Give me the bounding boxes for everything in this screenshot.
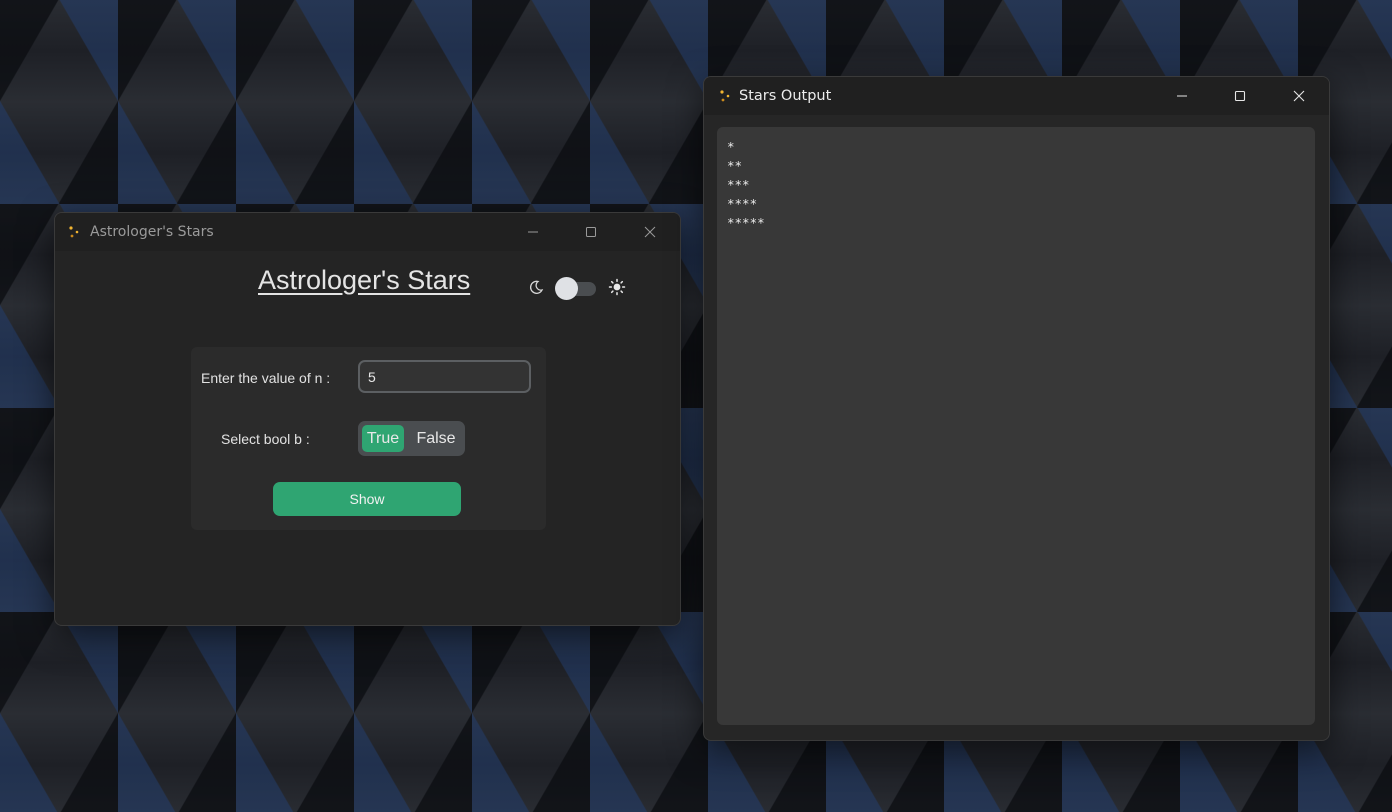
minimize-icon — [528, 231, 538, 233]
window-title: Stars Output — [739, 88, 832, 104]
sun-icon — [608, 278, 626, 296]
stars-output-window: Stars Output * ** *** **** ***** — [703, 76, 1330, 741]
moon-icon — [530, 280, 544, 294]
titlebar[interactable]: Astrologer's Stars — [55, 213, 680, 251]
output-line: ***** — [727, 215, 765, 230]
close-icon — [644, 226, 656, 238]
output-line: *** — [727, 177, 750, 192]
titlebar[interactable]: Stars Output — [704, 77, 1329, 115]
input-form-panel: Enter the value of n : Select bool b : T… — [191, 347, 546, 530]
close-button[interactable] — [1270, 77, 1328, 115]
maximize-button[interactable] — [562, 213, 620, 251]
minimize-icon — [1177, 95, 1187, 97]
output-line: **** — [727, 196, 758, 211]
switch-knob — [555, 277, 578, 300]
minimize-button[interactable] — [504, 213, 562, 251]
bool-label: Select bool b : — [221, 431, 310, 447]
maximize-button[interactable] — [1211, 77, 1269, 115]
maximize-icon — [586, 227, 596, 237]
close-button[interactable] — [621, 213, 679, 251]
output-lines: * ** *** **** ***** — [727, 137, 1305, 232]
show-button[interactable]: Show — [273, 482, 461, 516]
bool-option-false[interactable]: False — [411, 425, 461, 452]
sparkle-icon — [720, 90, 730, 102]
close-icon — [1293, 90, 1305, 102]
sparkle-icon — [69, 226, 79, 238]
astrologers-stars-window: Astrologer's Stars Astrologer's Stars En… — [54, 212, 681, 626]
theme-switch[interactable] — [555, 276, 597, 300]
bool-option-true[interactable]: True — [362, 425, 404, 452]
app-title: Astrologer's Stars — [258, 265, 471, 295]
output-line: ** — [727, 158, 743, 173]
window-title: Astrologer's Stars — [90, 224, 214, 240]
n-input[interactable] — [358, 360, 531, 393]
bool-segmented-control: True False — [358, 421, 465, 456]
output-textbox[interactable]: * ** *** **** ***** — [717, 127, 1315, 725]
output-line: * — [727, 139, 735, 154]
maximize-icon — [1234, 90, 1246, 102]
n-label: Enter the value of n : — [201, 370, 331, 386]
minimize-button[interactable] — [1153, 77, 1211, 115]
